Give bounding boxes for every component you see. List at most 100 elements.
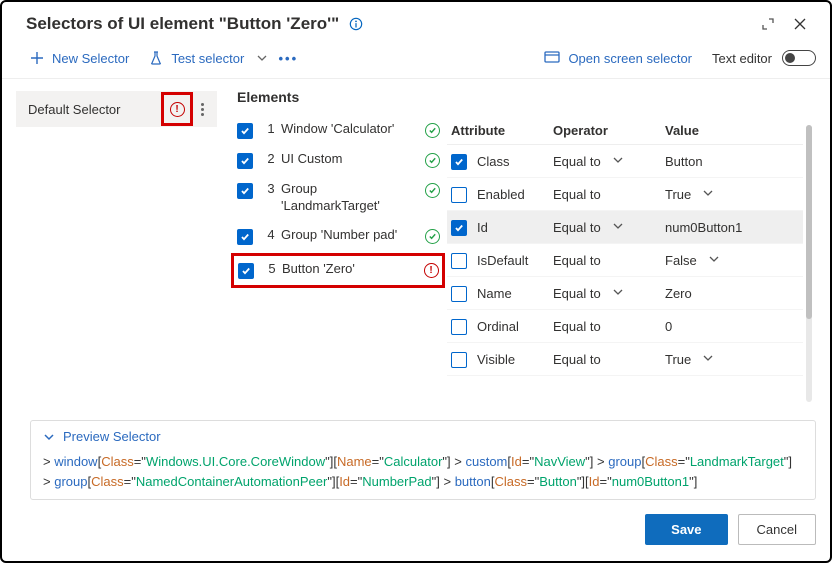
elements-panel: Elements 1Window 'Calculator'2UI Custom3… — [235, 89, 443, 410]
modal-header: Selectors of UI element "Button 'Zero'" — [2, 2, 830, 40]
element-status: ! — [422, 263, 440, 278]
element-label: Group 'Number pad' — [281, 227, 423, 244]
element-row[interactable]: 3Group 'LandmarkTarget' — [235, 175, 443, 221]
hdr-operator: Operator — [553, 123, 665, 138]
toolbar: New Selector Test selector ••• Open scre… — [2, 40, 830, 79]
attr-operator: Equal to — [553, 319, 601, 334]
attr-value: True — [665, 187, 691, 202]
element-index: 5 — [262, 261, 282, 276]
attr-operator: Equal to — [553, 253, 601, 268]
attribute-row[interactable]: IdEqual tonum0Button1 — [447, 211, 803, 244]
test-selector-caret[interactable] — [250, 46, 274, 70]
error-icon: ! — [170, 102, 185, 117]
attr-value: Zero — [665, 286, 692, 301]
preview-toggle[interactable]: Preview Selector — [43, 429, 803, 452]
error-icon: ! — [424, 263, 439, 278]
chevron-down-icon[interactable] — [609, 155, 627, 168]
open-screen-selector-button[interactable]: Open screen selector — [538, 47, 698, 70]
chevron-down-icon[interactable] — [609, 287, 627, 300]
attr-checkbox[interactable] — [451, 352, 467, 368]
flask-icon — [149, 51, 163, 65]
attr-operator: Equal to — [553, 286, 601, 301]
attribute-row[interactable]: IsDefaultEqual toFalse — [447, 244, 803, 277]
ok-icon — [425, 123, 440, 138]
element-row[interactable]: 5Button 'Zero'! — [231, 253, 445, 288]
attr-operator: Equal to — [553, 154, 601, 169]
element-label: Window 'Calculator' — [281, 121, 423, 138]
more-actions-button[interactable]: ••• — [274, 51, 302, 66]
attr-name: Ordinal — [477, 319, 519, 334]
attr-name: Visible — [477, 352, 515, 367]
attribute-row[interactable]: Enabled Equal to True — [447, 178, 803, 211]
test-selector-button[interactable]: Test selector — [143, 47, 250, 70]
info-icon[interactable] — [349, 17, 363, 31]
attr-value: True — [665, 352, 691, 367]
element-status — [423, 123, 441, 138]
element-index: 1 — [261, 121, 281, 136]
element-index: 3 — [261, 181, 281, 196]
new-selector-button[interactable]: New Selector — [24, 47, 135, 70]
element-row[interactable]: 1Window 'Calculator' — [235, 115, 443, 145]
hdr-attribute: Attribute — [447, 123, 553, 138]
sidebar-item-label: Default Selector — [28, 102, 121, 117]
modal-footer: Save Cancel — [2, 500, 830, 561]
screen-icon — [544, 51, 560, 65]
new-selector-label: New Selector — [52, 51, 129, 66]
attribute-scrollbar[interactable] — [803, 89, 815, 410]
attr-name: Id — [477, 220, 488, 235]
expand-icon[interactable] — [752, 12, 784, 36]
hdr-value: Value — [665, 123, 803, 138]
element-checkbox[interactable] — [237, 229, 253, 245]
attribute-row[interactable]: OrdinalEqual to0 — [447, 310, 803, 343]
attribute-row[interactable]: ClassEqual toButton — [447, 145, 803, 178]
plus-icon — [30, 51, 44, 65]
save-button[interactable]: Save — [645, 514, 727, 545]
modal-title: Selectors of UI element "Button 'Zero'" — [26, 14, 339, 34]
element-checkbox[interactable] — [237, 123, 253, 139]
chevron-down-icon[interactable] — [705, 254, 723, 267]
attr-name: IsDefault — [477, 253, 528, 268]
element-label: UI Custom — [281, 151, 423, 168]
element-label: Group 'LandmarkTarget' — [281, 181, 423, 215]
element-row[interactable]: 4Group 'Number pad' — [235, 221, 443, 251]
preview-selector-code: > window[Class="Windows.UI.Core.CoreWind… — [43, 452, 803, 491]
attr-checkbox[interactable] — [451, 154, 467, 170]
attr-checkbox[interactable] — [451, 319, 467, 335]
attribute-row[interactable]: Name Equal to Zero — [447, 277, 803, 310]
selector-row-menu[interactable] — [193, 103, 211, 116]
chevron-down-icon[interactable] — [699, 353, 717, 366]
selector-editor-modal: Selectors of UI element "Button 'Zero'" … — [0, 0, 832, 563]
attributes-panel: Attribute Operator Value ClassEqual toBu… — [443, 89, 822, 410]
element-status — [423, 153, 441, 168]
attr-operator: Equal to — [553, 220, 601, 235]
ok-icon — [425, 153, 440, 168]
attr-checkbox[interactable] — [451, 286, 467, 302]
element-index: 4 — [261, 227, 281, 242]
element-row[interactable]: 2UI Custom — [235, 145, 443, 175]
attr-checkbox[interactable] — [451, 253, 467, 269]
main-panel: Elements 1Window 'Calculator'2UI Custom3… — [227, 79, 830, 410]
attr-operator: Equal to — [553, 187, 601, 202]
elements-title: Elements — [235, 89, 443, 105]
chevron-down-icon[interactable] — [699, 188, 717, 201]
attr-name: Enabled — [477, 187, 525, 202]
selector-list-sidebar: Default Selector ! — [2, 79, 227, 410]
attr-checkbox[interactable] — [451, 220, 467, 236]
sidebar-item-default[interactable]: Default Selector ! — [16, 91, 217, 127]
text-editor-toggle[interactable] — [782, 50, 816, 66]
attribute-row[interactable]: VisibleEqual toTrue — [447, 343, 803, 376]
attr-name: Name — [477, 286, 512, 301]
attr-name: Class — [477, 154, 510, 169]
cancel-button[interactable]: Cancel — [738, 514, 816, 545]
element-checkbox[interactable] — [237, 183, 253, 199]
ok-icon — [425, 183, 440, 198]
attr-checkbox[interactable] — [451, 187, 467, 203]
element-checkbox[interactable] — [238, 263, 254, 279]
text-editor-label: Text editor — [712, 51, 772, 66]
selector-error-indicator: ! — [161, 92, 193, 126]
chevron-down-icon — [43, 431, 55, 443]
close-icon[interactable] — [784, 12, 816, 36]
chevron-down-icon[interactable] — [609, 221, 627, 234]
ok-icon — [425, 229, 440, 244]
element-checkbox[interactable] — [237, 153, 253, 169]
